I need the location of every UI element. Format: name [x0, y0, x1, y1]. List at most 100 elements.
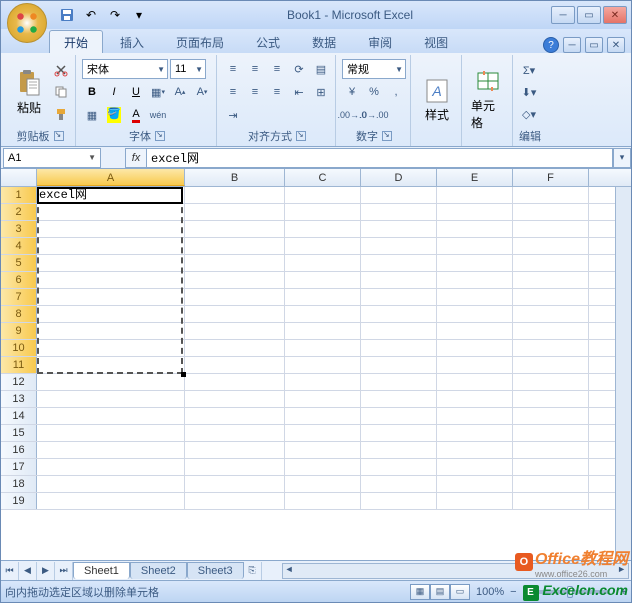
cell[interactable] — [437, 391, 513, 407]
tab-home[interactable]: 开始 — [49, 30, 103, 53]
cell[interactable] — [37, 255, 185, 271]
cell[interactable] — [513, 323, 589, 339]
cell[interactable] — [361, 391, 437, 407]
cell[interactable] — [361, 221, 437, 237]
copy-button[interactable] — [51, 82, 71, 102]
cell[interactable] — [437, 323, 513, 339]
name-box[interactable]: A1▼ — [3, 148, 101, 168]
cell[interactable] — [361, 442, 437, 458]
doc-close[interactable]: ✕ — [607, 37, 625, 53]
cell[interactable] — [361, 272, 437, 288]
cell[interactable] — [513, 187, 589, 203]
close-button[interactable]: ✕ — [603, 6, 627, 24]
cell[interactable] — [361, 204, 437, 220]
cell[interactable] — [361, 238, 437, 254]
cell[interactable] — [513, 374, 589, 390]
cell[interactable] — [361, 374, 437, 390]
wrap-text-button[interactable]: ▤ — [311, 59, 331, 79]
cell[interactable] — [285, 289, 361, 305]
help-button[interactable]: ? — [543, 37, 559, 53]
cell[interactable] — [185, 221, 285, 237]
align-center[interactable]: ≡ — [245, 82, 265, 102]
cell[interactable] — [37, 476, 185, 492]
cell[interactable] — [37, 391, 185, 407]
cell[interactable] — [437, 357, 513, 373]
cut-button[interactable] — [51, 60, 71, 80]
cell[interactable] — [37, 408, 185, 424]
sheet-tab-1[interactable]: Sheet1 — [73, 562, 130, 579]
align-middle[interactable]: ≡ — [245, 59, 265, 79]
cells-button[interactable]: 单元格 — [468, 57, 508, 143]
percent-button[interactable]: % — [364, 82, 384, 102]
cell[interactable] — [37, 425, 185, 441]
zoom-level[interactable]: 100% — [476, 586, 504, 598]
underline-button[interactable]: U — [126, 82, 146, 102]
tab-view[interactable]: 视图 — [409, 30, 463, 53]
merge-button[interactable]: ⊞ — [311, 82, 331, 102]
normal-view[interactable]: ▦ — [410, 584, 430, 600]
font-launcher[interactable] — [155, 131, 165, 141]
cell[interactable] — [185, 340, 285, 356]
cell[interactable] — [285, 306, 361, 322]
grow-font-button[interactable]: A▴ — [170, 82, 190, 102]
font-color-button[interactable]: A — [126, 105, 146, 125]
cell[interactable] — [37, 374, 185, 390]
cell[interactable] — [37, 221, 185, 237]
cell[interactable] — [513, 238, 589, 254]
cell[interactable] — [285, 459, 361, 475]
cell[interactable] — [361, 476, 437, 492]
row-header[interactable]: 16 — [1, 442, 37, 458]
cell[interactable] — [513, 493, 589, 509]
row-header[interactable]: 11 — [1, 357, 37, 373]
cell[interactable] — [185, 306, 285, 322]
cell[interactable] — [513, 289, 589, 305]
worksheet-grid[interactable]: A B C D E F 1excel网234567891011121314151… — [1, 169, 631, 560]
align-left[interactable]: ≡ — [223, 82, 243, 102]
row-header[interactable]: 3 — [1, 221, 37, 237]
col-header-A[interactable]: A — [37, 169, 185, 186]
cell[interactable] — [513, 408, 589, 424]
cell[interactable] — [285, 255, 361, 271]
cell[interactable] — [37, 272, 185, 288]
cell[interactable] — [185, 425, 285, 441]
cell[interactable] — [513, 272, 589, 288]
cell[interactable] — [437, 306, 513, 322]
cell[interactable] — [361, 306, 437, 322]
col-header-C[interactable]: C — [285, 169, 361, 186]
cell[interactable] — [513, 255, 589, 271]
cell[interactable] — [285, 442, 361, 458]
fill-color-button[interactable]: 🪣 — [104, 105, 124, 125]
row-header[interactable]: 6 — [1, 272, 37, 288]
autosum-button[interactable]: Σ▾ — [519, 60, 539, 80]
cell[interactable] — [513, 204, 589, 220]
increase-indent[interactable]: ⇥ — [223, 105, 243, 125]
italic-button[interactable]: I — [104, 82, 124, 102]
cell[interactable] — [437, 204, 513, 220]
cell[interactable] — [285, 408, 361, 424]
align-right[interactable]: ≡ — [267, 82, 287, 102]
cell[interactable] — [437, 442, 513, 458]
cell[interactable] — [285, 493, 361, 509]
cell[interactable] — [37, 340, 185, 356]
cell[interactable] — [37, 306, 185, 322]
cell[interactable] — [513, 476, 589, 492]
cell[interactable] — [185, 323, 285, 339]
expand-formula-bar[interactable]: ▾ — [613, 148, 631, 168]
col-header-E[interactable]: E — [437, 169, 513, 186]
row-header[interactable]: 2 — [1, 204, 37, 220]
cell[interactable] — [437, 459, 513, 475]
doc-restore[interactable]: ▭ — [585, 37, 603, 53]
cell[interactable] — [285, 238, 361, 254]
cell[interactable] — [285, 221, 361, 237]
row-header[interactable]: 9 — [1, 323, 37, 339]
cell[interactable] — [185, 204, 285, 220]
cell[interactable] — [185, 493, 285, 509]
tab-insert[interactable]: 插入 — [105, 30, 159, 53]
tab-data[interactable]: 数据 — [297, 30, 351, 53]
vertical-scrollbar[interactable] — [615, 187, 631, 560]
cell[interactable] — [513, 306, 589, 322]
cell[interactable] — [437, 272, 513, 288]
office-button[interactable] — [7, 3, 47, 43]
cell[interactable] — [185, 408, 285, 424]
cell[interactable] — [37, 204, 185, 220]
